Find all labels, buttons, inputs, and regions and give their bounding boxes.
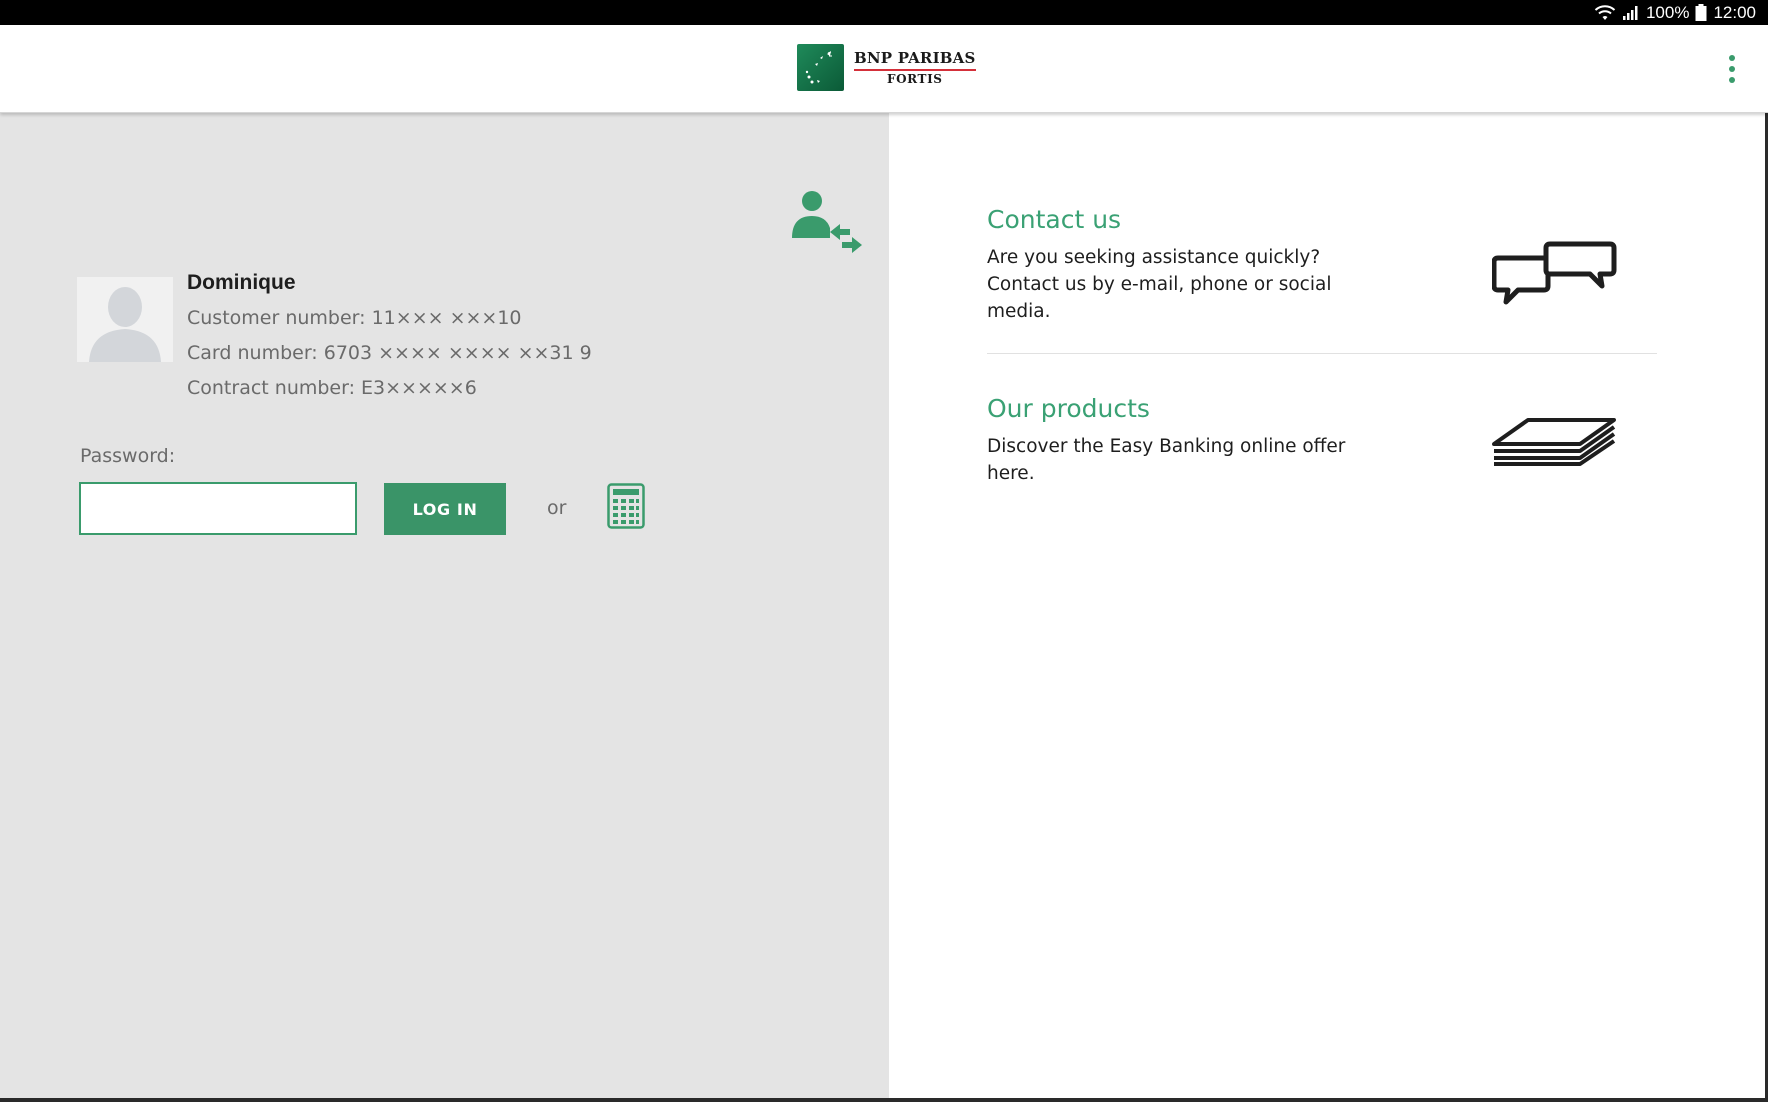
card-number: Card number: 6703 ×××× ×××× ××31 9 <box>187 342 592 364</box>
overflow-menu-icon[interactable] <box>1722 53 1742 85</box>
contact-us-text: Are you seeking assistance quickly? Cont… <box>987 247 1332 322</box>
divider <box>987 353 1657 354</box>
app-header: BNP PARIBAS FORTIS <box>0 25 1768 113</box>
password-label: Password: <box>80 445 176 467</box>
logo-wordmark: BNP PARIBAS FORTIS <box>854 49 976 86</box>
login-button[interactable]: LOG IN <box>384 483 506 535</box>
bank-logo-icon <box>797 44 844 91</box>
contact-us-title: Contact us <box>987 205 1122 234</box>
status-indicators: 100% 12:00 <box>1594 0 1756 25</box>
info-panel: Contact us Are you seeking assistance qu… <box>889 113 1768 1098</box>
app-screen: 100% 12:00 BNP PARIBAS FORTIS Dominique … <box>0 0 1768 1102</box>
logo-line-1: BNP PARIBAS <box>854 49 976 71</box>
customer-number: Customer number: 11××× ×××10 <box>187 307 522 329</box>
logo-line-2: FORTIS <box>887 72 943 86</box>
contract-number: Contract number: E3×××××6 <box>187 377 477 399</box>
login-panel: Dominique Customer number: 11××× ×××10 C… <box>0 113 889 1098</box>
switch-user-icon[interactable] <box>788 188 863 253</box>
battery-icon <box>1695 4 1707 21</box>
wifi-icon <box>1594 4 1616 20</box>
clock: 12:00 <box>1713 2 1756 22</box>
password-input[interactable] <box>79 482 357 535</box>
user-name: Dominique <box>187 271 296 294</box>
our-products-text: Discover the Easy Banking online offer h… <box>987 436 1346 484</box>
status-bar: 100% 12:00 <box>0 0 1768 25</box>
chat-bubbles-icon <box>1492 241 1617 305</box>
signal-icon <box>1622 5 1638 20</box>
user-silhouette-icon <box>89 287 161 362</box>
stacked-papers-icon <box>1492 418 1616 466</box>
bnp-paribas-fortis-logo: BNP PARIBAS FORTIS <box>797 44 976 91</box>
battery-percent: 100% <box>1645 2 1690 22</box>
calculator-icon[interactable] <box>607 483 645 529</box>
or-separator: or <box>547 497 567 519</box>
avatar <box>77 277 173 362</box>
screen-bottom-edge <box>0 1098 1768 1102</box>
